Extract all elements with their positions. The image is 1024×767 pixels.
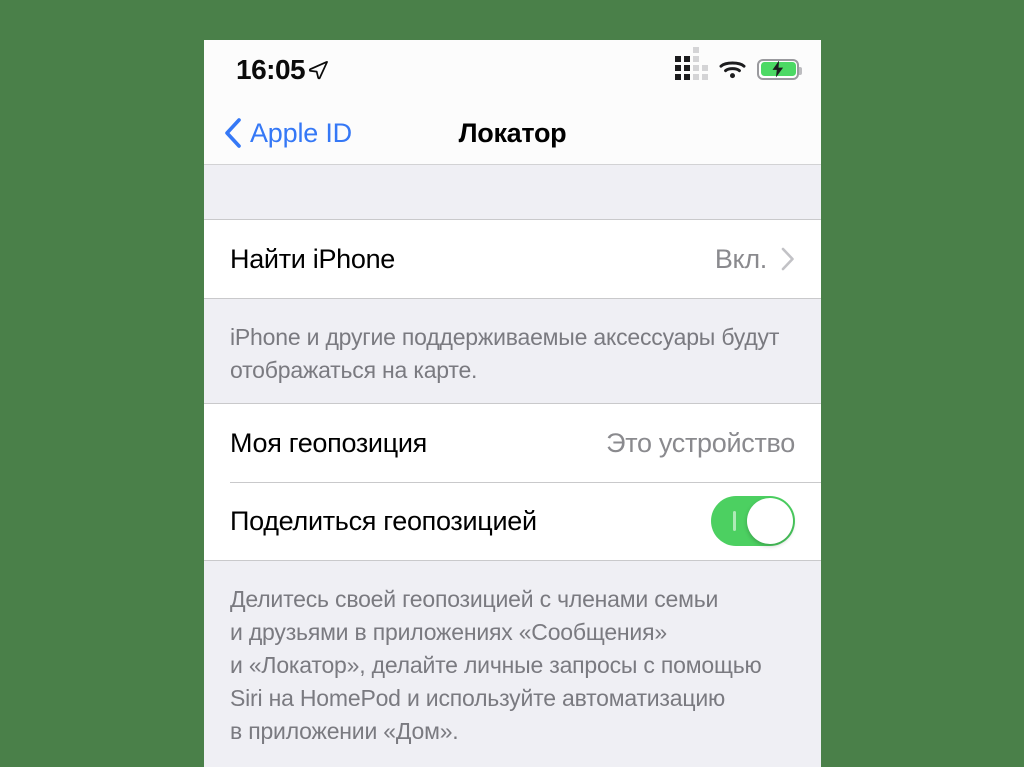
cellular-signal-icon	[675, 47, 708, 80]
row-accessory-group: Это устройство	[606, 428, 795, 459]
navigation-bar: Apple ID Локатор	[204, 102, 821, 165]
section-find-my-iphone: Найти iPhone Вкл.	[204, 219, 821, 299]
row-value: Вкл.	[714, 243, 767, 274]
section-location-sharing: Моя геопозиция Это устройство Поделиться…	[204, 403, 821, 561]
screenshot-canvas: 16:05 Apple ID Локатор Найти iPhone Вкл.…	[0, 0, 1024, 767]
row-accessory-group	[711, 496, 795, 546]
section-footer-find-my-iphone: iPhone и другие поддерживаемые аксессуар…	[204, 299, 821, 403]
disclosure-chevron-icon	[781, 247, 794, 271]
iphone-screen: 16:05 Apple ID Локатор Найти iPhone Вкл.…	[204, 40, 821, 767]
toggle-on-mark-icon	[733, 511, 736, 531]
battery-charging-icon	[757, 58, 802, 80]
row-title: Найти iPhone	[230, 243, 396, 274]
settings-table: Найти iPhone Вкл. iPhone и другие поддер…	[204, 165, 821, 767]
wifi-icon	[719, 61, 746, 79]
section-gap-top	[204, 165, 821, 219]
status-bar-indicators	[675, 47, 802, 80]
row-value: Это устройство	[606, 427, 795, 458]
charging-bolt-icon	[772, 60, 784, 78]
row-title: Поделиться геопозицией	[230, 505, 537, 536]
row-find-my-iphone[interactable]: Найти iPhone Вкл.	[204, 220, 821, 298]
location-arrow-icon	[308, 61, 328, 80]
status-bar: 16:05	[204, 40, 821, 102]
section-footer-location-sharing: Делитесь своей геопозицией с членами сем…	[204, 561, 821, 767]
row-title: Моя геопозиция	[230, 427, 427, 458]
row-accessory-group: Вкл.	[715, 244, 795, 275]
row-share-location[interactable]: Поделиться геопозицией	[204, 482, 821, 560]
share-location-toggle[interactable]	[711, 496, 795, 546]
status-bar-time: 16:05	[236, 54, 306, 85]
toggle-knob	[747, 498, 793, 544]
page-title: Локатор	[458, 117, 567, 148]
row-my-location[interactable]: Моя геопозиция Это устройство	[204, 404, 821, 482]
